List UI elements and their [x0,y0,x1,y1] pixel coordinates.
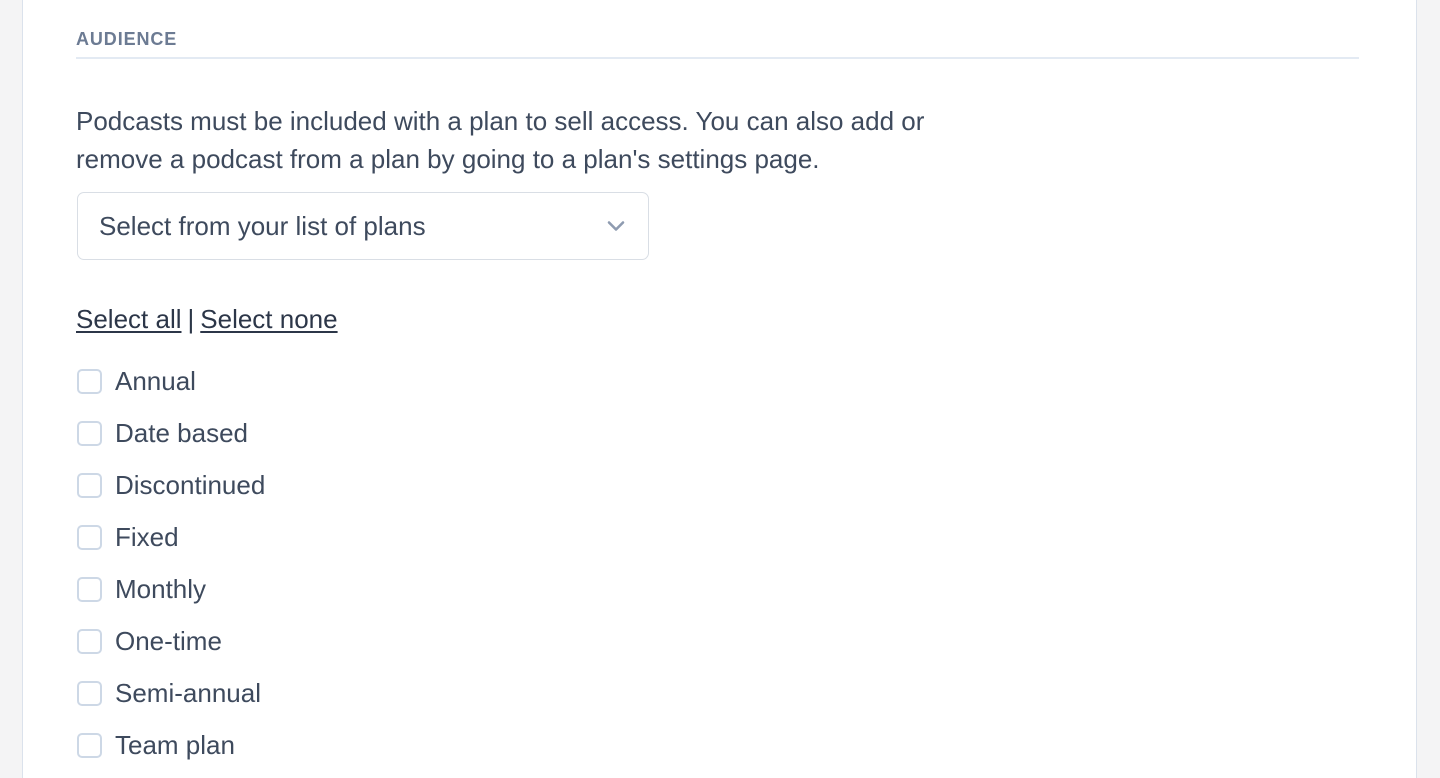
checkbox-input[interactable] [77,576,102,602]
section-divider [76,57,1359,59]
bulk-actions-separator: | [187,304,195,334]
checkbox-label: Semi-annual [115,678,261,708]
plan-checkbox-row[interactable]: Fixed [76,511,776,563]
checkbox-label: Date based [115,418,248,448]
checkbox-input[interactable] [77,472,102,498]
select-all-link[interactable]: Select all [76,304,182,334]
app-root: AUDIENCE Podcasts must be included with … [0,0,1440,778]
plan-checkbox-list: Annual Date based Discontinued Fixed Monthly… [76,355,776,771]
checkbox-input[interactable] [77,368,102,394]
panel-content: AUDIENCE Podcasts must be included with … [76,0,1416,778]
checkbox-label: Fixed [115,522,179,552]
plan-checkbox-row[interactable]: Annual [76,355,776,407]
plan-checkbox-row[interactable]: Discontinued [76,459,776,511]
checkbox-label: Team plan [115,730,235,760]
plan-checkbox-row[interactable]: Semi-annual [76,667,776,719]
checkbox-label: Monthly [115,574,207,604]
plan-select[interactable]: Select from your list of plans [77,192,649,260]
bulk-selection-actions: Select all | Select none [76,302,338,336]
chevron-down-icon [602,212,630,240]
checkbox-input[interactable] [77,524,102,550]
audience-settings-panel: AUDIENCE Podcasts must be included with … [22,0,1417,778]
checkbox-label: One-time [115,626,222,656]
checkbox-input[interactable] [77,628,102,654]
checkbox-label: Annual [115,366,196,396]
plan-checkbox-row[interactable]: Team plan [76,719,776,771]
checkbox-input[interactable] [77,420,102,446]
select-none-link[interactable]: Select none [200,304,337,334]
plan-select-value: Select from your list of plans [99,211,426,241]
section-description: Podcasts must be included with a plan to… [76,106,925,174]
plan-checkbox-row[interactable]: One-time [76,615,776,667]
checkbox-input[interactable] [77,680,102,706]
page-title: AUDIENCE [76,29,178,49]
plan-checkbox-row[interactable]: Date based [76,407,776,459]
plan-checkbox-row[interactable]: Monthly [76,563,776,615]
checkbox-input[interactable] [77,732,102,758]
checkbox-label: Discontinued [115,470,266,500]
